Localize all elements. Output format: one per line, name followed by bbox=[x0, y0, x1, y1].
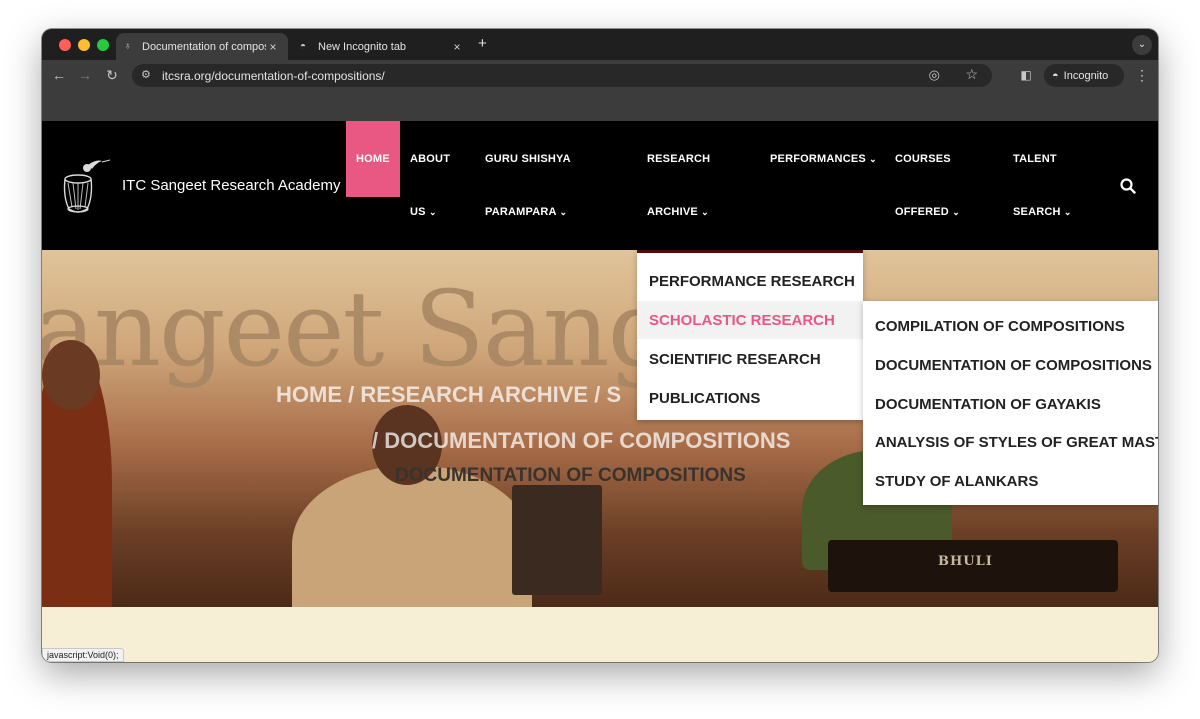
nav-research-line2[interactable]: ARCHIVE ⌄ bbox=[647, 206, 709, 218]
chevron-down-icon: ⌄ bbox=[559, 207, 568, 217]
menu-item-scholastic-research[interactable]: SCHOLASTIC RESEARCH bbox=[637, 301, 863, 339]
nav-performances-label: PERFORMANCES bbox=[770, 153, 866, 165]
nav-parampara-label: PARAMPARA bbox=[485, 206, 557, 218]
nav-performances[interactable]: PERFORMANCES ⌄ bbox=[770, 153, 877, 165]
tabla-favicon-icon: ♁ bbox=[124, 41, 132, 52]
browser-toolbar: ← → ↻ ⚙ itcsra.org/documentation-of-comp… bbox=[42, 60, 1158, 91]
nav-guru-shishya-line2[interactable]: PARAMPARA ⌄ bbox=[485, 206, 567, 218]
breadcrumb-line2[interactable]: / DOCUMENTATION OF COMPOSITIONS bbox=[372, 428, 790, 454]
nav-home[interactable]: HOME bbox=[356, 153, 390, 165]
minimize-window-button[interactable] bbox=[78, 39, 90, 51]
side-panel-icon[interactable]: ◧ bbox=[1018, 68, 1034, 82]
url-text[interactable]: itcsra.org/documentation-of-compositions… bbox=[162, 69, 385, 83]
menu-kebab-icon[interactable]: ⋮ bbox=[1134, 67, 1150, 84]
nav-about-label: US bbox=[410, 206, 426, 218]
menu-item-publications[interactable]: PUBLICATIONS bbox=[637, 379, 863, 417]
nav-search-label: SEARCH bbox=[1013, 206, 1061, 218]
new-tab-button[interactable]: + bbox=[478, 35, 487, 52]
nav-guru-shishya-line1[interactable]: GURU SHISHYA bbox=[485, 153, 571, 165]
site-header: ITC Sangeet Research Academy HOME ABOUT … bbox=[42, 121, 1158, 250]
research-archive-dropdown: PERFORMANCE RESEARCH SCHOLASTIC RESEARCH… bbox=[637, 250, 863, 420]
scholastic-research-submenu: COMPILATION OF COMPOSITIONS DOCUMENTATIO… bbox=[863, 301, 1158, 505]
submenu-item-study-of-alankars[interactable]: STUDY OF ALANKARS bbox=[875, 462, 1038, 500]
forward-icon[interactable]: → bbox=[77, 67, 93, 83]
toolbar-spacer bbox=[42, 91, 1158, 121]
musician-left-head bbox=[42, 340, 100, 410]
tab-close-icon[interactable]: × bbox=[450, 40, 464, 54]
chevron-down-icon: ⌄ bbox=[869, 154, 877, 164]
back-icon[interactable]: ← bbox=[51, 67, 67, 83]
incognito-profile-button[interactable]: ◓ Incognito bbox=[1044, 64, 1124, 87]
eye-slash-icon[interactable]: ◎ bbox=[929, 67, 940, 83]
nav-courses-line2[interactable]: OFFERED ⌄ bbox=[895, 206, 960, 218]
menu-item-performance-research[interactable]: PERFORMANCE RESEARCH bbox=[637, 262, 863, 300]
speaker-cabinet bbox=[512, 485, 602, 595]
nav-about-line1[interactable]: ABOUT bbox=[410, 153, 450, 165]
harmonium: BHULI bbox=[828, 540, 1118, 592]
nav-archive-label: ARCHIVE bbox=[647, 206, 698, 218]
nav-courses-line1[interactable]: COURSES bbox=[895, 153, 951, 165]
incognito-icon: ◓ bbox=[300, 41, 307, 52]
reload-icon[interactable]: ↻ bbox=[104, 67, 120, 84]
tabla-logo-icon[interactable] bbox=[60, 155, 110, 217]
tab-documentation[interactable]: ♁ Documentation of compositio × bbox=[116, 33, 288, 60]
browser-window: ♁ Documentation of compositio × ◓ New In… bbox=[42, 29, 1158, 662]
harmonium-label: BHULI bbox=[938, 554, 993, 569]
chevron-down-icon: ⌄ bbox=[952, 207, 960, 217]
nav-talent-line1[interactable]: TALENT bbox=[1013, 153, 1057, 165]
page-title: DOCUMENTATION OF COMPOSITIONS bbox=[395, 465, 746, 486]
submenu-item-compilation[interactable]: COMPILATION OF COMPOSITIONS bbox=[875, 307, 1125, 345]
tab-search-button[interactable]: ⌄ bbox=[1132, 35, 1152, 55]
close-window-button[interactable] bbox=[59, 39, 71, 51]
chevron-down-icon: ⌄ bbox=[1063, 207, 1072, 217]
site-brand-name[interactable]: ITC Sangeet Research Academy bbox=[122, 177, 340, 194]
nav-offered-label: OFFERED bbox=[895, 206, 949, 218]
incognito-label: Incognito bbox=[1063, 69, 1109, 82]
site-info-icon[interactable]: ⚙ bbox=[141, 68, 151, 81]
content-area bbox=[42, 607, 1158, 662]
nav-about-line2[interactable]: US ⌄ bbox=[410, 206, 437, 218]
address-bar[interactable]: ⚙ itcsra.org/documentation-of-compositio… bbox=[132, 64, 992, 87]
incognito-icon: ◓ bbox=[1052, 69, 1059, 82]
tab-title: New Incognito tab bbox=[318, 40, 407, 53]
breadcrumb-line1[interactable]: HOME / RESEARCH ARCHIVE / S bbox=[276, 382, 621, 408]
submenu-item-documentation-compositions[interactable]: DOCUMENTATION OF COMPOSITIONS bbox=[875, 346, 1152, 384]
nav-talent-line2[interactable]: SEARCH ⌄ bbox=[1013, 206, 1072, 218]
tab-new-incognito[interactable]: ◓ New Incognito tab × bbox=[292, 33, 472, 60]
submenu-item-documentation-gayakis[interactable]: DOCUMENTATION OF GAYAKIS bbox=[875, 385, 1101, 423]
tab-strip: ♁ Documentation of compositio × ◓ New In… bbox=[42, 29, 1158, 60]
web-page: ITC Sangeet Research Academy HOME ABOUT … bbox=[42, 121, 1158, 662]
status-bar-url: javascript:Void(0); bbox=[42, 648, 124, 662]
chevron-down-icon: ⌄ bbox=[701, 207, 709, 217]
search-icon[interactable] bbox=[1120, 178, 1136, 194]
tab-close-icon[interactable]: × bbox=[266, 40, 280, 54]
nav-research-line1[interactable]: RESEARCH bbox=[647, 153, 710, 165]
menu-item-scientific-research[interactable]: SCIENTIFIC RESEARCH bbox=[637, 340, 863, 378]
bookmark-star-icon[interactable]: ☆ bbox=[965, 66, 978, 83]
tab-title: Documentation of compositio bbox=[142, 40, 266, 53]
submenu-item-analysis-of-styles[interactable]: ANALYSIS OF STYLES OF GREAT MAST bbox=[875, 423, 1158, 461]
maximize-window-button[interactable] bbox=[97, 39, 109, 51]
chevron-down-icon: ⌄ bbox=[428, 207, 437, 217]
